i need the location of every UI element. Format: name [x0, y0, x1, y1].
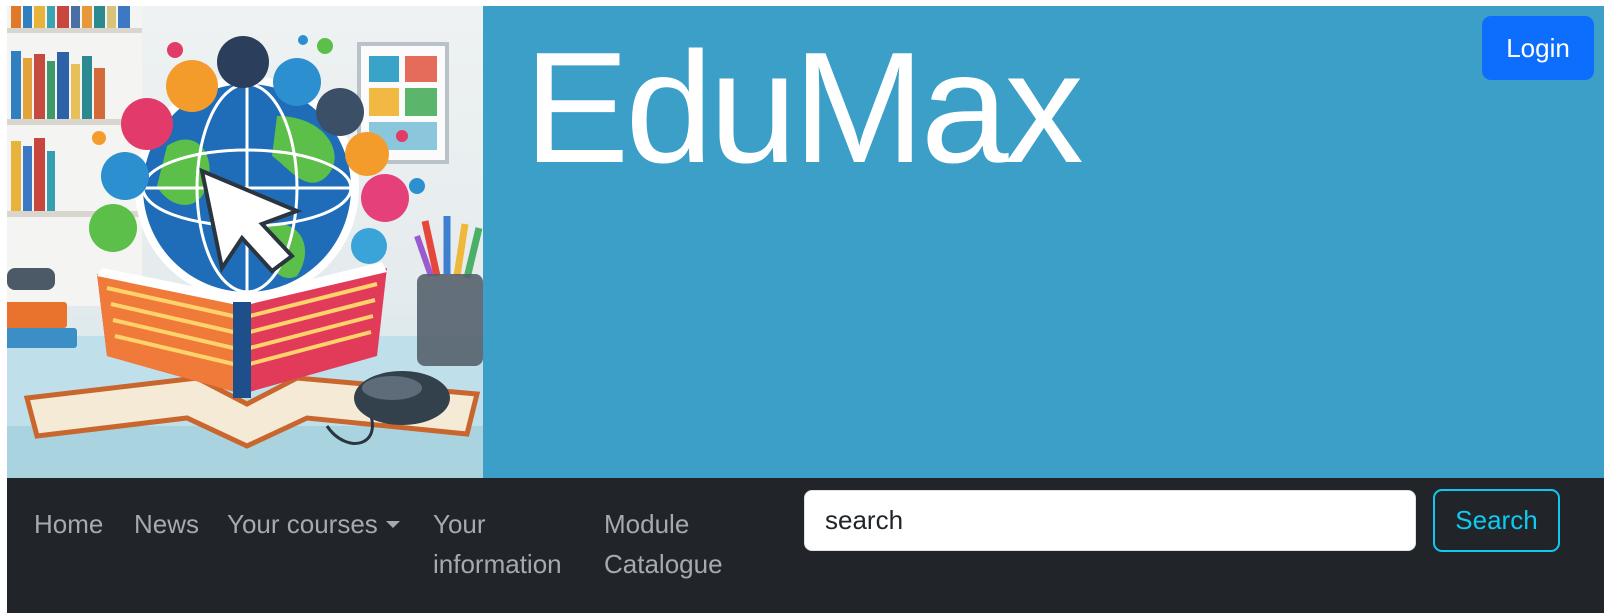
pencil-cup-icon — [414, 216, 483, 366]
nav-dropdown-label: Your courses — [227, 509, 378, 539]
search-button[interactable]: Search — [1433, 489, 1560, 552]
main-navbar: Home News Your courses Your information … — [7, 478, 1604, 613]
nav-link-home[interactable]: Home — [34, 504, 103, 544]
login-button[interactable]: Login — [1482, 16, 1594, 80]
education-illustration — [7, 6, 483, 478]
nav-link-module-catalogue[interactable]: Module Catalogue — [604, 504, 744, 584]
nav-link-your-information[interactable]: Your information — [433, 504, 583, 584]
nav-dropdown-your-courses[interactable]: Your courses — [227, 504, 400, 544]
search-input[interactable] — [804, 490, 1416, 551]
hero-illustration — [7, 6, 483, 478]
header-banner: EduMax Login — [7, 6, 1604, 478]
site-title: EduMax — [524, 20, 1084, 196]
page: EduMax Login Home News Your courses Your… — [7, 6, 1604, 613]
nav-link-news[interactable]: News — [134, 504, 199, 544]
caret-down-icon — [385, 521, 400, 528]
